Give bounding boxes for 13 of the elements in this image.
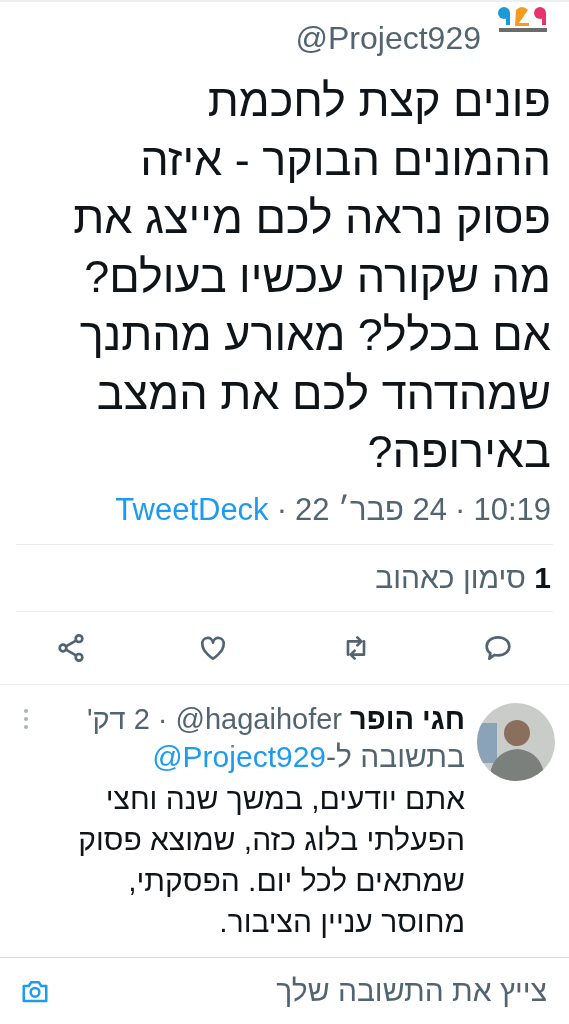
separator-dot: · <box>455 491 466 528</box>
reply-text: אתם יודעים, במשך שנה וחצי הפעלתי בלוג כזה, שמוצא פסוק שמתאים לכל יום. הפסקתי, מחוסר עניין הציבור. <box>77 780 465 940</box>
tweet-time: 10:19 <box>473 491 551 528</box>
share-icon[interactable] <box>55 631 87 664</box>
separator-dot: · <box>276 491 287 528</box>
reply-author-handle[interactable]: @hagaihofer <box>175 702 343 736</box>
tweet-text: פונים קצת לחכמת ההמונים הבוקר - איזה פסוק נראה לכם מייצג את מה שקורה עכשיו בעולם? אם בכלל? מאורע מהתנך שמהדהד לכם את המצב באירופה? <box>72 74 552 479</box>
separator-dot: · <box>157 702 168 736</box>
reply-author-name[interactable]: חגי הופר <box>350 702 465 736</box>
reply-input-field[interactable]: צייץ את התשובה שלך <box>60 973 549 1009</box>
reply-age: 2 דק' <box>86 702 150 736</box>
tweet-author-handle[interactable]: @Project929 <box>295 20 481 57</box>
tweet-date: 24 פבר׳ 22 <box>294 491 448 528</box>
